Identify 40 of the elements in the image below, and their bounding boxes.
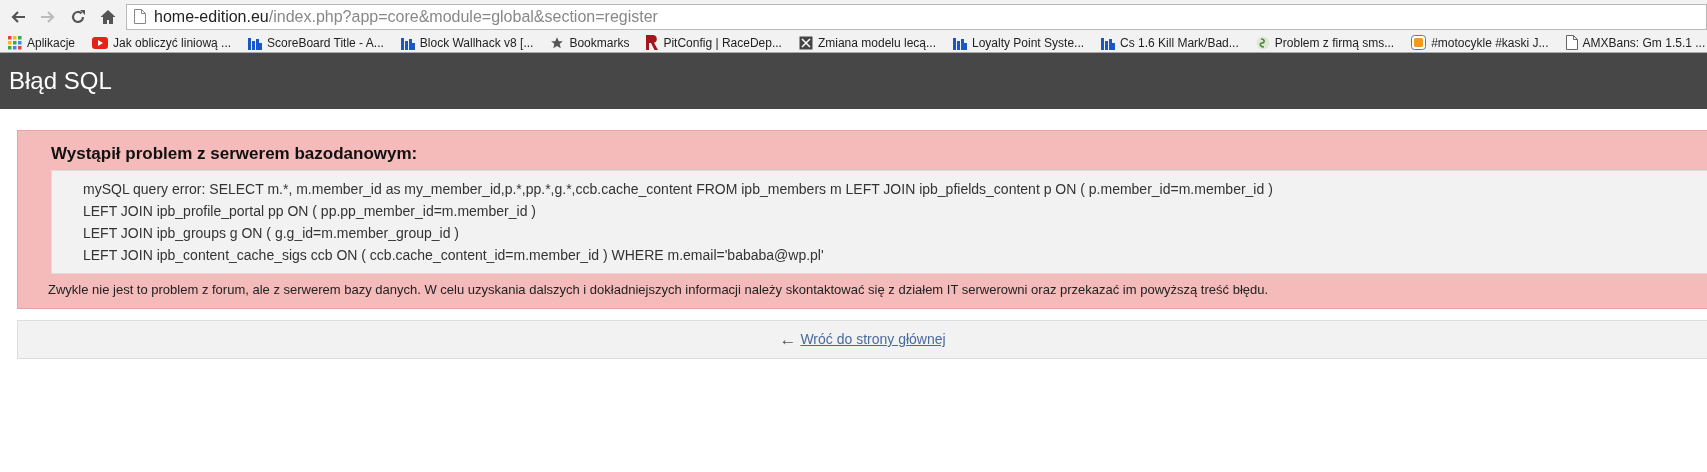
- url-text: home-edition.eu/index.php?app=core&module=global&section=register: [154, 6, 658, 27]
- page-icon: [1565, 35, 1578, 50]
- page-icon: [134, 9, 146, 24]
- reload-icon: [70, 8, 86, 25]
- error-heading: Wystąpił problem z serwerem bazodanowym:: [51, 143, 419, 165]
- bookmark[interactable]: #motocykle #kaski J...: [1411, 33, 1549, 52]
- query-line: mySQL query error: SELECT m.*, m.member_id as my_member_id,p.*,pp.*,g.*,ccb.cache_content FROM ipb_members m LEFT JOIN ipb_pfields_content p ON ( p.member_id=m.member_id ): [83, 179, 1274, 199]
- left-arrow: ←: [779, 328, 797, 351]
- square-tile-icon: [1411, 35, 1427, 50]
- bar-chart-icon: [248, 35, 263, 50]
- crossed-box-icon: [798, 35, 813, 50]
- swirl-icon: [1255, 35, 1270, 50]
- bookmark[interactable]: Bookmarks: [550, 33, 630, 52]
- bookmark[interactable]: Jak obliczyć liniową ...: [92, 33, 232, 52]
- bookmark[interactable]: Loyalty Point Syste...: [953, 33, 1085, 52]
- bookmark[interactable]: Aplikacje: [8, 33, 76, 52]
- error-note: Zwykle nie jest to problem z forum, ale z serwerem bazy danych. W celu uzyskania dalszych i dokładniejszych informacji należy skontaktować się z działem IT serwerowni oraz przekazać im powyższą treść błędu.: [48, 280, 1270, 299]
- query-line: LEFT JOIN ipb_profile_portal pp ON ( pp.pp_member_id=m.member_id ): [83, 201, 537, 221]
- bar-chart-icon: [953, 35, 967, 50]
- star-icon: [550, 35, 565, 50]
- address-bar[interactable]: home-edition.eu/index.php?app=core&module=global&section=register: [126, 3, 1707, 30]
- bookmark[interactable]: Zmiana modelu lecą...: [798, 33, 936, 52]
- home-icon: [100, 8, 116, 25]
- bookmark[interactable]: Block Wallhack v8 [...: [400, 33, 534, 52]
- letter-r-icon: [646, 35, 659, 50]
- back-arrow-icon: [10, 8, 26, 25]
- home-link[interactable]: Wróć do strony głównej: [800, 329, 946, 350]
- query-line: LEFT JOIN ipb_groups g ON ( g.g_id=m.member_group_id ): [83, 223, 460, 243]
- bookmark[interactable]: PitConfig | RaceDep...: [646, 33, 782, 52]
- forward-arrow-icon: [40, 8, 56, 25]
- bookmark[interactable]: Cs 1.6 Kill Mark/Bad...: [1101, 33, 1239, 52]
- page-title: Błąd SQL: [9, 66, 112, 96]
- bookmark[interactable]: Problem z firmą sms...: [1255, 33, 1395, 52]
- apps-grid-icon: [8, 35, 22, 50]
- bar-chart-icon: [400, 35, 415, 50]
- query-line: LEFT JOIN ipb_content_cache_sigs ccb ON ( ccb.cache_content_id=m.member_id ) WHERE m.email='bababa@wp.pl': [83, 245, 825, 265]
- bar-chart-icon: [1101, 35, 1116, 50]
- play-icon: [92, 36, 109, 49]
- bookmark[interactable]: ScoreBoard Title - A...: [248, 33, 384, 52]
- bookmark[interactable]: AMXBans: Gm 1.5.1 ...: [1565, 33, 1706, 52]
